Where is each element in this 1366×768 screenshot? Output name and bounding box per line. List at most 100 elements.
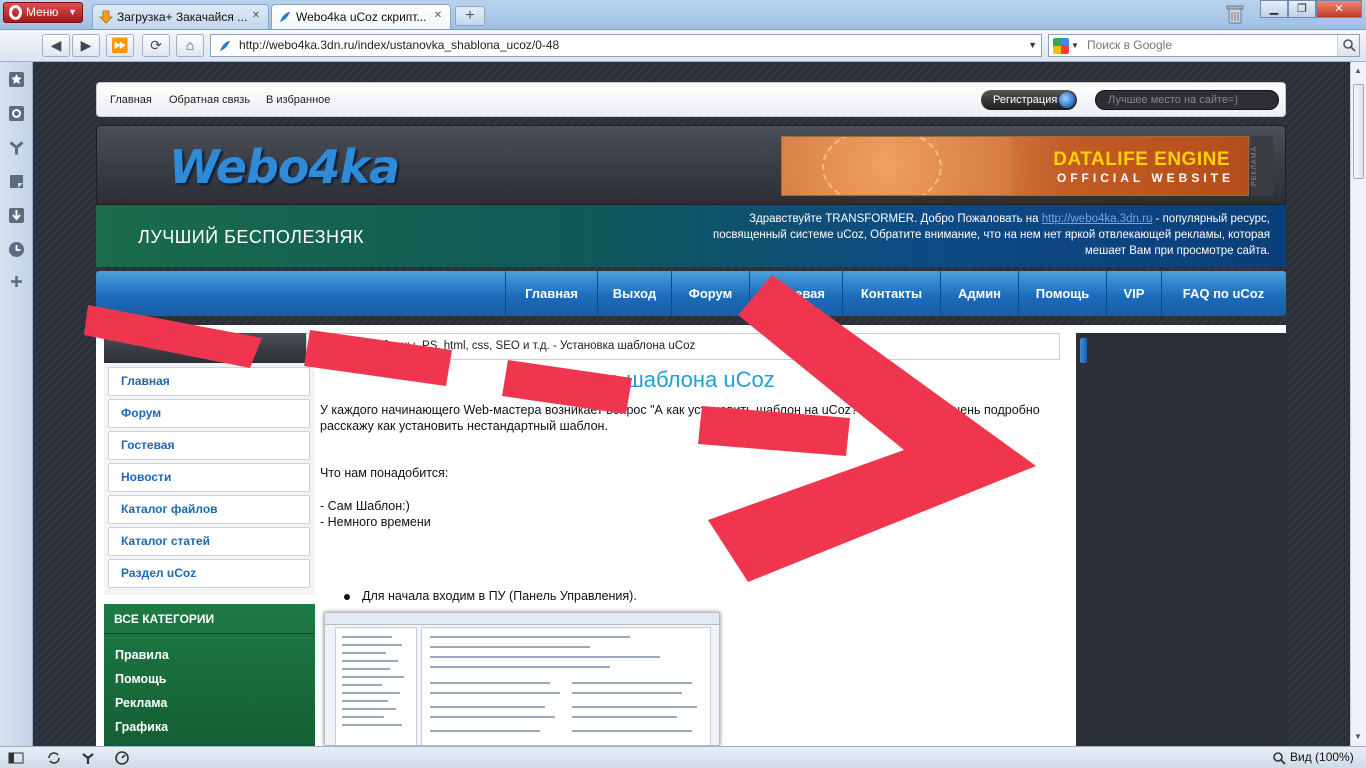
nav-faq[interactable]: FAQ по uCoz: [1161, 271, 1285, 316]
site-favicon-icon: [280, 12, 290, 22]
back-button[interactable]: ◀: [42, 34, 70, 57]
nav-admin[interactable]: Админ: [940, 271, 1018, 316]
notes-icon[interactable]: [8, 173, 25, 190]
chevron-down-icon[interactable]: ▼: [1071, 35, 1079, 56]
category-rules[interactable]: Правила: [115, 648, 169, 662]
scroll-up-icon[interactable]: ▲: [1354, 66, 1362, 75]
sidebar-menu: Главная Форум Гостевая Новости Каталог ф…: [104, 333, 315, 595]
control-panel-screenshot[interactable]: [324, 612, 720, 746]
trash-icon[interactable]: [1226, 4, 1244, 24]
page-scrollbar[interactable]: ▲ ▼: [1350, 62, 1366, 746]
categories-title: ВСЕ КАТЕГОРИИ: [104, 604, 315, 634]
widgets-gear-icon[interactable]: [8, 105, 25, 122]
topnav-feedback-link[interactable]: Обратная связь: [169, 94, 250, 106]
nav-guestbook[interactable]: Гостевая: [749, 271, 842, 316]
article-title: Установка шаблона uCoz: [516, 367, 775, 392]
browser-status-bar: Вид (100%): [0, 746, 1366, 768]
menu-label: Меню: [26, 5, 59, 19]
unite-icon[interactable]: [8, 139, 25, 156]
nav-logout[interactable]: Выход: [597, 271, 671, 316]
close-icon[interactable]: ✕: [249, 9, 263, 23]
sidebar-item-guestbook[interactable]: Гостевая: [108, 431, 310, 460]
minimize-button[interactable]: ▁: [1260, 0, 1288, 18]
nav-help[interactable]: Помощь: [1018, 271, 1106, 316]
tab-label: Загрузка+ Закачайся ...: [117, 10, 248, 24]
reload-button[interactable]: ⟳: [142, 34, 170, 57]
opera-logo-icon: [9, 5, 22, 20]
topnav-home-link[interactable]: Главная: [110, 94, 152, 106]
scroll-thumb[interactable]: [1353, 84, 1364, 179]
right-column: [1076, 333, 1286, 746]
sidebar-item-articles[interactable]: Каталог статей: [108, 527, 310, 556]
site-slogan: ЛУЧШИЙ БЕСПОЛЕЗНЯК: [138, 227, 364, 247]
tab-webo4ka[interactable]: Webo4ka uCoz скрипт... ✕: [271, 4, 451, 29]
unite-icon[interactable]: [80, 750, 96, 766]
search-placeholder: Поиск в Google: [1087, 38, 1172, 52]
window-close-button[interactable]: ✕: [1316, 0, 1362, 18]
panel-toggle-icon[interactable]: [8, 750, 24, 766]
nav-forum[interactable]: Форум: [671, 271, 749, 316]
welcome-message: Здравствуйте TRANSFORMER. Добро Пожалова…: [680, 211, 1270, 259]
sidebar-item-home[interactable]: Главная: [108, 367, 310, 396]
site-top-nav: Главная Обратная связь В избранное Регис…: [96, 82, 1286, 117]
downloads-icon[interactable]: [8, 207, 25, 224]
browser-menu-button[interactable]: Меню ▼: [3, 2, 83, 23]
site-search-placeholder: Лучшее место на сайте=): [1108, 94, 1239, 106]
zoom-magnifier-icon: [1273, 752, 1286, 765]
banner-title: DATALIFE ENGINE: [1053, 149, 1230, 170]
article-step: Для начала входим в ПУ (Панель Управлени…: [344, 589, 637, 603]
bookmarks-icon[interactable]: [8, 71, 25, 88]
url-text: http://webo4ka.3dn.ru/index/ustanovka_sh…: [239, 38, 560, 52]
banner-subtitle: OFFICIAL WEBSITE: [1056, 171, 1234, 185]
category-help[interactable]: Помощь: [115, 672, 166, 686]
scroll-down-icon[interactable]: ▼: [1354, 732, 1362, 741]
categories-box: ВСЕ КАТЕГОРИИ Правила Помощь Реклама Гра…: [104, 604, 315, 746]
welcome-site-link[interactable]: http://webo4ka.3dn.ru: [1042, 213, 1153, 225]
article-need-item: - Сам Шаблон:): [320, 499, 410, 513]
history-clock-icon[interactable]: [8, 241, 25, 258]
right-panel-tab[interactable]: [1080, 338, 1087, 363]
category-graphics[interactable]: Графика: [115, 720, 168, 734]
chevron-down-icon[interactable]: ▼: [1028, 35, 1037, 56]
nav-contacts[interactable]: Контакты: [842, 271, 940, 316]
site-logo[interactable]: Webo4ka: [169, 140, 400, 194]
sidebar-item-forum[interactable]: Форум: [108, 399, 310, 428]
category-ads[interactable]: Реклама: [115, 696, 167, 710]
address-input[interactable]: http://webo4ka.3dn.ru/index/ustanovka_sh…: [210, 34, 1042, 57]
ad-label: РЕКЛАМА: [1251, 136, 1273, 196]
add-panel-icon[interactable]: [8, 273, 25, 290]
fast-forward-button[interactable]: ⏩: [106, 34, 134, 57]
sync-icon[interactable]: [46, 750, 62, 766]
ad-banner[interactable]: DATALIFE ENGINE OFFICIAL WEBSITE: [781, 136, 1249, 196]
maximize-button[interactable]: ❐: [1288, 0, 1316, 18]
sidebar-header: [104, 333, 315, 363]
topnav-favorites-link[interactable]: В избранное: [266, 94, 330, 106]
register-label: Регистрация: [993, 94, 1058, 106]
register-button[interactable]: Регистрация: [981, 90, 1077, 110]
search-icon[interactable]: [1337, 35, 1359, 56]
welcome-text-pre: Здравствуйте TRANSFORMER. Добро Пожалова…: [749, 213, 1039, 225]
globe-icon: [1059, 92, 1075, 108]
site-header: Webo4ka DATALIFE ENGINE OFFICIAL WEBSITE…: [96, 125, 1286, 205]
home-button[interactable]: ⌂: [176, 34, 204, 57]
web-search-input[interactable]: ▼ Поиск в Google: [1048, 34, 1360, 57]
address-toolbar: ◀ ▶ ⏩ ⟳ ⌂ http://webo4ka.3dn.ru/index/us…: [0, 30, 1366, 62]
tab-downloads[interactable]: Загрузка+ Закачайся ... ✕: [92, 4, 269, 29]
download-arrow-icon: [99, 10, 113, 24]
new-tab-button[interactable]: +: [455, 6, 485, 26]
close-icon[interactable]: ✕: [431, 9, 445, 23]
speed-dial-icon[interactable]: [114, 750, 130, 766]
sidebar-item-ucoz[interactable]: Раздел uCoz: [108, 559, 310, 588]
web-page: Главная Обратная связь В избранное Регис…: [33, 62, 1350, 746]
sidebar-item-news[interactable]: Новости: [108, 463, 310, 492]
nav-vip[interactable]: VIP: [1106, 271, 1161, 316]
google-icon: [1053, 38, 1069, 54]
article: Установка шаблона uCoz У каждого начинаю…: [316, 367, 1066, 746]
sidebar-item-files[interactable]: Каталог файлов: [108, 495, 310, 524]
forward-button[interactable]: ▶: [72, 34, 100, 57]
article-need-item: - Немного времени: [320, 515, 431, 529]
nav-home[interactable]: Главная: [505, 271, 597, 316]
article-intro: У каждого начинающего Web-мастера возник…: [320, 403, 1040, 433]
site-favicon-icon: [220, 41, 230, 51]
site-search-input[interactable]: Лучшее место на сайте=): [1095, 90, 1279, 110]
